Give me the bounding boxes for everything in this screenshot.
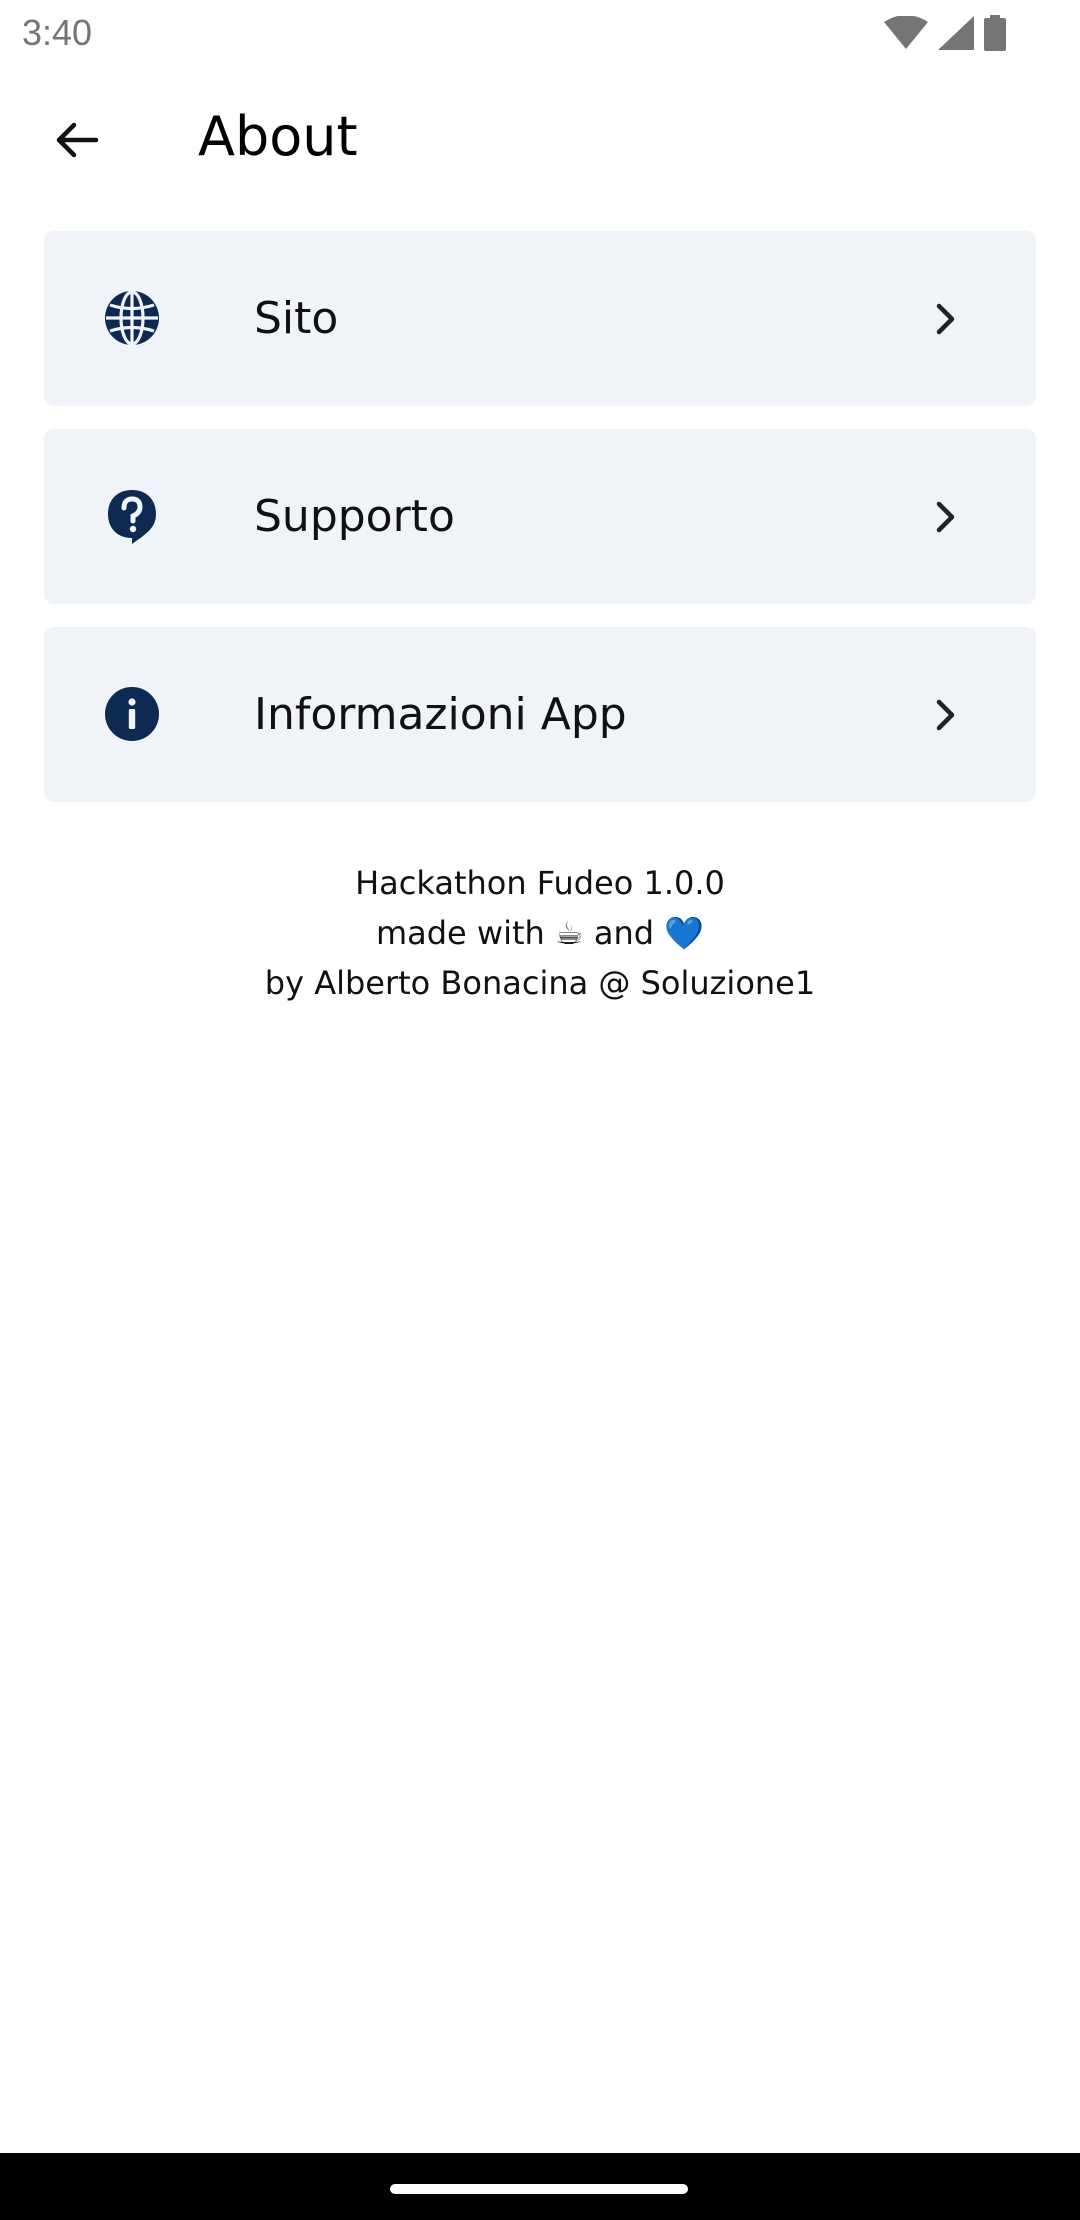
battery-icon <box>984 15 1006 51</box>
globe-icon <box>102 288 162 348</box>
chevron-right-icon <box>928 499 964 535</box>
wifi-icon <box>884 16 928 50</box>
help-icon <box>102 486 162 546</box>
menu-item-informazioni-app[interactable]: Informazioni App <box>44 627 1036 802</box>
app-version-text: Hackathon Fudeo 1.0.0 <box>355 864 725 902</box>
arrow-back-icon <box>52 116 100 168</box>
menu-item-label: Sito <box>254 293 339 344</box>
menu-item-label: Supporto <box>254 491 455 542</box>
coffee-icon: ☕ <box>554 914 584 952</box>
author-text: by Alberto Bonacina @ Soluzione1 <box>264 964 816 1002</box>
made-with-prefix: made with <box>375 914 545 952</box>
status-bar: 3:40 <box>0 0 1080 66</box>
menu-item-label: Informazioni App <box>254 689 627 740</box>
about-menu-list: Sito Supporto Informazioni App <box>44 231 1036 825</box>
signal-icon <box>938 16 974 50</box>
blue-heart-icon: 💙 <box>664 914 705 952</box>
made-with-text: made with ☕ and 💙 <box>0 908 1080 958</box>
back-button[interactable] <box>36 102 116 182</box>
menu-item-sito[interactable]: Sito <box>44 231 1036 406</box>
chevron-right-icon <box>928 697 964 733</box>
home-indicator[interactable] <box>390 2184 688 2194</box>
about-footer: Hackathon Fudeo 1.0.0 made with ☕ and 💙 … <box>0 858 1080 1008</box>
chevron-right-icon <box>928 301 964 337</box>
system-navigation-bar <box>0 2153 1080 2220</box>
status-icons <box>884 14 1006 52</box>
info-icon <box>102 684 162 744</box>
status-time: 3:40 <box>22 12 93 53</box>
about-screen: 3:40 About Sito Supporto Informazioni Ap… <box>0 0 1080 2220</box>
app-bar: About <box>0 66 1080 218</box>
made-with-middle: and <box>593 914 655 952</box>
menu-item-supporto[interactable]: Supporto <box>44 429 1036 604</box>
page-title: About <box>198 105 358 168</box>
